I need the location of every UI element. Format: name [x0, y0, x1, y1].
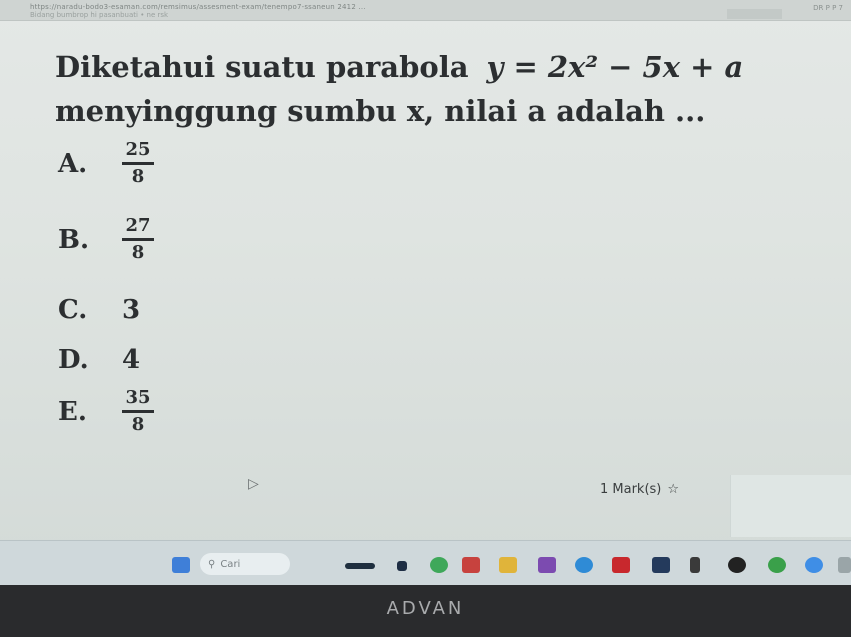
taskbar: ⚲ Cari [0, 540, 851, 585]
option-fraction: 25 8 [122, 140, 154, 187]
url-text[interactable]: https://naradu-bodo3-esaman.com/remsimus… [30, 3, 366, 11]
fraction-denominator: 8 [131, 166, 145, 187]
fraction-numerator: 35 [125, 387, 151, 408]
mouse-cursor-icon: ▷ [248, 476, 259, 492]
option-e[interactable]: E. 35 8 [58, 388, 154, 435]
option-letter: C. [58, 295, 88, 325]
option-a[interactable]: A. 25 8 [58, 140, 154, 187]
mark-label: 1 Mark(s) [600, 482, 662, 497]
question-line2: menyinggung sumbu x, nilai a adalah ... [55, 94, 706, 128]
fraction-bar [122, 410, 154, 413]
app-icon[interactable] [728, 557, 746, 573]
option-c[interactable]: C. 3 [58, 295, 140, 325]
bookmarks-bar[interactable]: Bidang bumbrop hi pasanbuati • ne rsk [30, 11, 168, 19]
search-placeholder: Cari [220, 558, 241, 570]
store-icon[interactable] [430, 557, 448, 573]
settings-icon[interactable] [805, 557, 823, 573]
option-fraction: 27 8 [122, 216, 154, 263]
fraction-denominator: 8 [131, 242, 145, 263]
file-explorer-icon[interactable] [499, 557, 517, 573]
fraction-bar [122, 238, 154, 241]
question-equation: y = 2x² − 5x + a [486, 50, 744, 84]
option-letter: E. [58, 396, 87, 427]
file-explorer-icon[interactable] [397, 561, 407, 571]
widgets-icon[interactable] [345, 563, 375, 569]
fraction-denominator: 8 [131, 414, 145, 435]
app-icon[interactable] [652, 557, 670, 573]
fraction-numerator: 27 [125, 215, 151, 236]
question-prefix: Diketahui suatu parabola [55, 50, 469, 84]
option-d[interactable]: D. 4 [58, 345, 140, 375]
option-letter: D. [58, 345, 89, 375]
monitor-screen: https://naradu-bodo3-esaman.com/remsimus… [0, 0, 851, 585]
taskbar-search[interactable]: ⚲ Cari [200, 553, 290, 575]
option-fraction: 35 8 [122, 388, 154, 435]
browser-status-text: DR P P 7 [813, 4, 843, 12]
app-icon[interactable] [538, 557, 556, 573]
search-icon: ⚲ [208, 558, 216, 570]
app-icon[interactable] [690, 557, 700, 573]
option-b[interactable]: B. 27 8 [58, 216, 154, 263]
browser-address-bar[interactable]: https://naradu-bodo3-esaman.com/remsimus… [0, 0, 851, 21]
question-text: Diketahui suatu parabola y = 2x² − 5x + … [55, 45, 835, 133]
side-panel [730, 475, 851, 537]
star-outline-icon[interactable]: ☆ [667, 482, 679, 497]
office-icon[interactable] [462, 557, 480, 573]
option-value: 4 [122, 345, 141, 375]
edge-icon[interactable] [575, 557, 593, 573]
chrome-icon[interactable] [768, 557, 786, 573]
app-icon[interactable] [838, 557, 851, 573]
option-letter: B. [58, 224, 90, 255]
youtube-icon[interactable] [612, 557, 630, 573]
option-value: 3 [122, 295, 141, 325]
mark-indicator: 1 Mark(s) ☆ [600, 482, 679, 497]
option-letter: A. [58, 148, 88, 179]
fraction-numerator: 25 [125, 139, 151, 160]
windows-start-icon[interactable] [172, 557, 190, 573]
advan-logo: ADVAN [386, 598, 465, 619]
fraction-bar [122, 162, 154, 165]
browser-tab[interactable] [727, 9, 782, 19]
